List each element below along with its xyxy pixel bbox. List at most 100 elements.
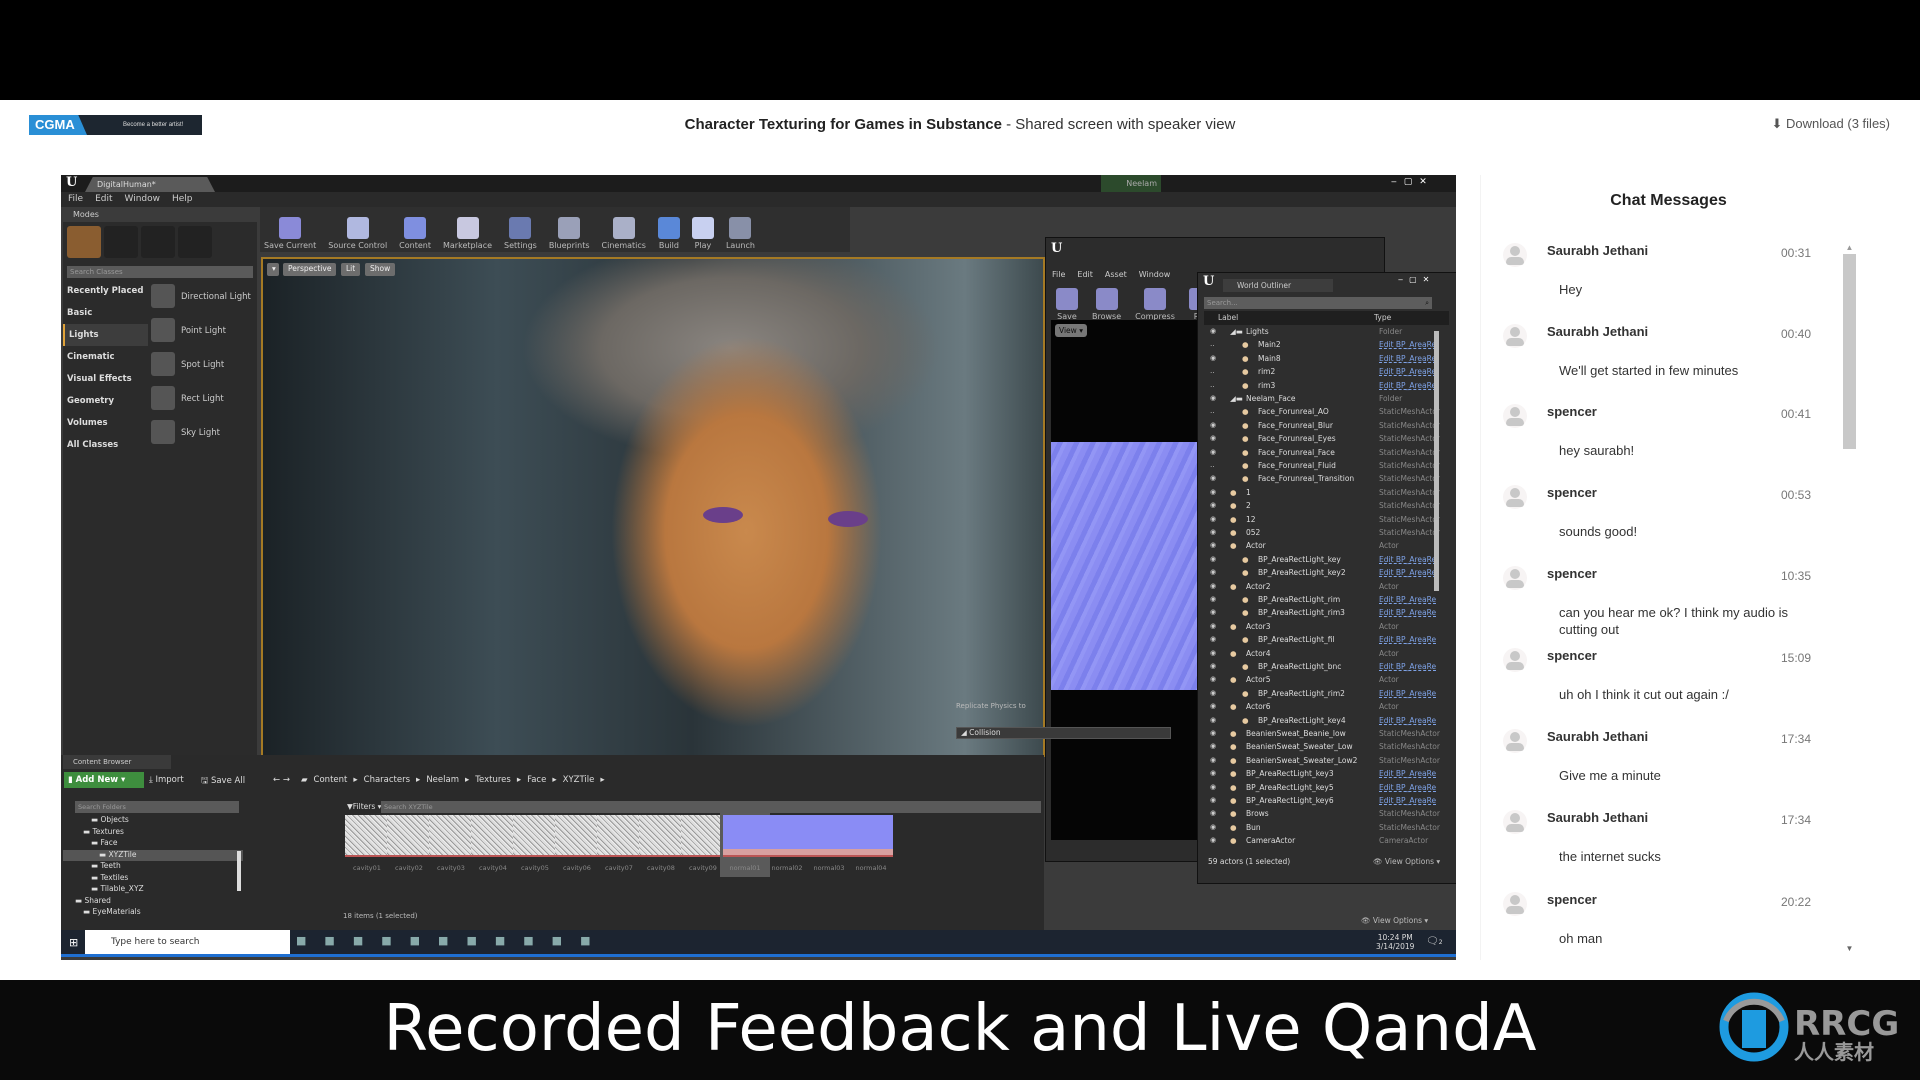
chat-scrollbar[interactable]: ▲ ▼ <box>1843 243 1856 953</box>
toolbar-settings-button[interactable]: Settings <box>500 207 541 252</box>
visibility-hidden-icon[interactable]: ‥ <box>1210 338 1215 351</box>
toolbar-source-control-button[interactable]: Source Control <box>324 207 391 252</box>
asset-thumbnail-normal04[interactable] <box>849 815 893 857</box>
visibility-eye-icon[interactable]: ◉ <box>1210 513 1216 526</box>
outliner-row[interactable]: ◉ ● Face_Forunreal_Blur StaticMeshActor <box>1204 419 1449 432</box>
col-type[interactable]: Type <box>1374 311 1391 325</box>
visibility-eye-icon[interactable]: ◉ <box>1210 821 1216 834</box>
edit-blueprint-link[interactable]: Edit BP_AreaRe <box>1379 338 1436 351</box>
folder-item[interactable]: ▬ Shared <box>63 896 243 908</box>
outliner-row[interactable]: ‥ ● Face_Forunreal_Fluid StaticMeshActor <box>1204 459 1449 472</box>
asset-thumbnail-cavity08[interactable] <box>639 815 683 857</box>
visibility-hidden-icon[interactable]: ‥ <box>1210 365 1215 378</box>
category-lights[interactable]: Lights <box>63 324 148 346</box>
asset-thumbnail-cavity06[interactable] <box>555 815 599 857</box>
edit-blueprint-link[interactable]: Edit BP_AreaRe <box>1379 365 1436 378</box>
toolbar-cinematics-button[interactable]: Cinematics <box>598 207 650 252</box>
visibility-eye-icon[interactable]: ◉ <box>1210 767 1216 780</box>
search-classes-input[interactable]: Search Classes <box>67 266 253 278</box>
visibility-eye-icon[interactable]: ◉ <box>1210 593 1216 606</box>
menu-edit[interactable]: Edit <box>95 192 112 207</box>
visibility-eye-icon[interactable]: ◉ <box>1210 834 1216 847</box>
outliner-row[interactable]: ◉ ● Face_Forunreal_Face StaticMeshActor <box>1204 446 1449 459</box>
visibility-eye-icon[interactable]: ◉ <box>1210 526 1216 539</box>
folder-item[interactable]: ▬ Textiles <box>63 873 243 885</box>
outliner-row[interactable]: ◉ ◢▬ Neelam_Face Folder <box>1204 392 1449 405</box>
modes-tab[interactable]: Modes <box>63 207 183 222</box>
texture-compress-button[interactable]: Compress <box>1131 286 1179 323</box>
content-browser-tab[interactable]: Content Browser <box>63 755 171 769</box>
visibility-eye-icon[interactable]: ◉ <box>1210 740 1216 753</box>
chrome-icon[interactable]: ■ <box>324 934 334 947</box>
outliner-row[interactable]: ◉ ● Actor2 Actor <box>1204 580 1449 593</box>
outliner-row[interactable]: ◉ ● Actor3 Actor <box>1204 620 1449 633</box>
outliner-row[interactable]: ◉ ● BP_AreaRectLight_key2 Edit BP_AreaRe <box>1204 566 1449 579</box>
download-button[interactable]: ⬇ Download (3 files) <box>1771 116 1890 132</box>
outliner-row[interactable]: ◉ ● Brows StaticMeshActor <box>1204 807 1449 820</box>
outliner-row[interactable]: ◉ ● BP_AreaRectLight_fil Edit BP_AreaRe <box>1204 633 1449 646</box>
edit-blueprint-link[interactable]: Edit BP_AreaRe <box>1379 660 1436 673</box>
visibility-hidden-icon[interactable]: ‥ <box>1210 459 1215 472</box>
visibility-eye-icon[interactable]: ◉ <box>1210 781 1216 794</box>
zoom-icon[interactable]: ■ <box>523 934 533 947</box>
visibility-hidden-icon[interactable]: ‥ <box>1210 405 1215 418</box>
visibility-eye-icon[interactable]: ◉ <box>1210 566 1216 579</box>
visibility-eye-icon[interactable]: ◉ <box>1210 553 1216 566</box>
visibility-eye-icon[interactable]: ◉ <box>1210 660 1216 673</box>
wordpad-icon[interactable]: ■ <box>466 934 476 947</box>
edit-blueprint-link[interactable]: Edit BP_AreaRe <box>1379 714 1436 727</box>
level-tab[interactable]: DigitalHuman* <box>85 177 215 192</box>
asset-thumbnail-cavity02[interactable] <box>387 815 431 857</box>
search-folders-input[interactable]: Search Folders <box>75 801 239 813</box>
asset-thumbnail-cavity05[interactable] <box>513 815 557 857</box>
visibility-eye-icon[interactable]: ◉ <box>1210 325 1216 338</box>
edit-blueprint-link[interactable]: Edit BP_AreaRe <box>1379 794 1436 807</box>
asset-thumbnail-normal01[interactable] <box>723 815 767 857</box>
obs-icon[interactable]: ■ <box>438 934 448 947</box>
edit-blueprint-link[interactable]: Edit BP_AreaRe <box>1379 606 1436 619</box>
visibility-eye-icon[interactable]: ◉ <box>1210 620 1216 633</box>
visibility-eye-icon[interactable]: ◉ <box>1210 687 1216 700</box>
outliner-row[interactable]: ◉ ● 12 StaticMeshActor <box>1204 513 1449 526</box>
menu-file[interactable]: File <box>68 192 83 207</box>
paint-mode-icon[interactable] <box>104 226 138 258</box>
viewport-perspective-button[interactable]: Perspective <box>283 263 337 276</box>
toolbar-play-button[interactable]: Play <box>688 207 718 252</box>
marmoset-icon[interactable]: ■ <box>410 934 420 947</box>
outliner-row[interactable]: ◉ ● Actor6 Actor <box>1204 700 1449 713</box>
unreal-engine-icon[interactable]: ■ <box>381 934 391 947</box>
visibility-eye-icon[interactable]: ◉ <box>1210 714 1216 727</box>
outliner-row[interactable]: ◉ ● Face_Forunreal_Eyes StaticMeshActor <box>1204 432 1449 445</box>
visibility-eye-icon[interactable]: ◉ <box>1210 700 1216 713</box>
visibility-eye-icon[interactable]: ◉ <box>1210 633 1216 646</box>
folder-scrollbar[interactable] <box>237 851 241 891</box>
folder-item[interactable]: ▬ Objects <box>63 815 243 827</box>
texture-browse-button[interactable]: Browse <box>1088 286 1125 323</box>
category-visual-effects[interactable]: Visual Effects <box>63 368 148 390</box>
windows-start-icon[interactable]: ⊞ <box>69 936 78 949</box>
details-view-options[interactable]: 👁 View Options ▾ <box>1361 916 1428 925</box>
outliner-row[interactable]: ‥ ● Main2 Edit BP_AreaRe <box>1204 338 1449 351</box>
outliner-row[interactable]: ◉ ● BeanienSweat_Beanie_low StaticMeshActo… <box>1204 727 1449 740</box>
foliage-mode-icon[interactable] <box>178 226 212 258</box>
outliner-view-options[interactable]: 👁 View Options ▾ <box>1373 857 1440 866</box>
visibility-eye-icon[interactable]: ◉ <box>1210 419 1216 432</box>
outliner-row[interactable]: ◉ ● BP_AreaRectLight_key3 Edit BP_AreaRe <box>1204 767 1449 780</box>
world-outliner-tab[interactable]: World Outliner <box>1223 279 1333 292</box>
asset-thumbnail-cavity03[interactable] <box>429 815 473 857</box>
visibility-eye-icon[interactable]: ◉ <box>1210 580 1216 593</box>
edit-blueprint-link[interactable]: Edit BP_AreaRe <box>1379 566 1436 579</box>
outliner-row[interactable]: ◉ ● CameraActor CameraActor <box>1204 834 1449 847</box>
outliner-row[interactable]: ◉ ● BP_AreaRectLight_bnc Edit BP_AreaRe <box>1204 660 1449 673</box>
texture-menu-edit[interactable]: Edit <box>1077 270 1093 279</box>
taskbar-search-input[interactable]: Type here to search <box>85 930 290 954</box>
light-item[interactable]: Spot Light <box>151 348 255 382</box>
outliner-row[interactable]: ◉ ● BP_AreaRectLight_key6 Edit BP_AreaRe <box>1204 794 1449 807</box>
outliner-row[interactable]: ◉ ● 1 StaticMeshActor <box>1204 486 1449 499</box>
outliner-row[interactable]: ◉ ● 2 StaticMeshActor <box>1204 499 1449 512</box>
asset-thumbnail-cavity07[interactable] <box>597 815 641 857</box>
visibility-eye-icon[interactable]: ◉ <box>1210 472 1216 485</box>
texture-save-button[interactable]: Save <box>1052 286 1082 323</box>
menu-help[interactable]: Help <box>172 192 193 207</box>
visibility-hidden-icon[interactable]: ‥ <box>1210 379 1215 392</box>
